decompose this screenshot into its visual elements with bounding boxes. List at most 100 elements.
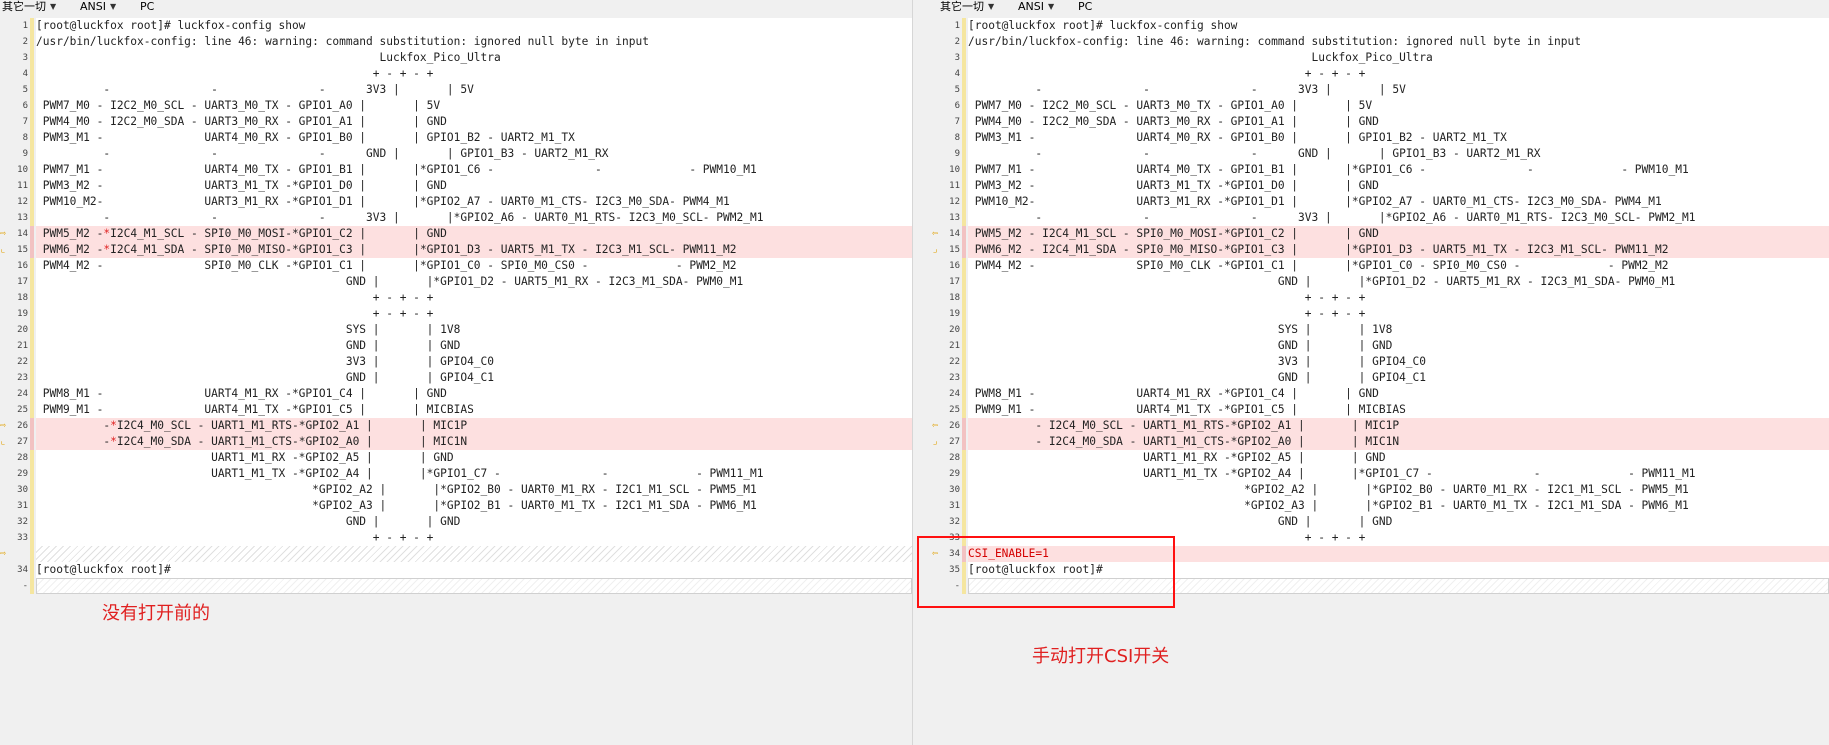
diff-arrow-icon[interactable] xyxy=(0,386,14,402)
line-text xyxy=(36,546,912,562)
diff-arrow-icon[interactable] xyxy=(932,370,946,386)
diff-arrow-icon[interactable] xyxy=(932,482,946,498)
editor-line: 1 [root@luckfox root]# luckfox-config sho… xyxy=(932,18,1829,34)
diff-arrow-icon[interactable] xyxy=(932,178,946,194)
diff-arrow-icon[interactable] xyxy=(0,482,14,498)
diff-arrow-icon[interactable] xyxy=(0,514,14,530)
diff-arrow-icon[interactable] xyxy=(0,98,14,114)
gutter-bar xyxy=(30,146,34,162)
diff-arrow-icon[interactable] xyxy=(0,338,14,354)
diff-arrow-icon[interactable] xyxy=(932,98,946,114)
gutter-bar xyxy=(962,402,966,418)
diff-arrow-icon[interactable] xyxy=(0,146,14,162)
diff-arrow-icon[interactable]: ⇨ xyxy=(0,546,14,562)
diff-arrow-icon[interactable] xyxy=(932,18,946,34)
editor-line: 20 SYS | | 1V8 xyxy=(932,322,1829,338)
diff-arrow-icon[interactable] xyxy=(0,82,14,98)
diff-arrow-icon[interactable] xyxy=(0,306,14,322)
diff-arrow-icon[interactable]: ⇨ xyxy=(0,226,14,242)
editor-input-line[interactable]: - xyxy=(0,578,912,594)
diff-arrow-icon[interactable] xyxy=(0,130,14,146)
diff-arrow-icon[interactable] xyxy=(932,146,946,162)
diff-arrow-icon[interactable] xyxy=(0,370,14,386)
diff-arrow-icon[interactable] xyxy=(0,578,14,594)
line-number: 2 xyxy=(954,37,960,47)
diff-arrow-icon[interactable] xyxy=(0,34,14,50)
pane-splitter[interactable] xyxy=(912,0,933,745)
diff-arrow-icon[interactable]: ⇨ xyxy=(0,418,14,434)
diff-arrow-icon[interactable] xyxy=(932,466,946,482)
editor-line: 7 PWM4_M0 - I2C2_M0_SDA - UART3_M0_RX - … xyxy=(0,114,912,130)
diff-arrow-icon[interactable] xyxy=(932,354,946,370)
diff-arrow-icon[interactable]: ⌞ xyxy=(0,434,14,450)
diff-arrow-icon[interactable] xyxy=(0,66,14,82)
diff-arrow-icon[interactable] xyxy=(932,306,946,322)
line-text: PWM8_M1 - UART4_M1_RX -*GPIO1_C4 | | GND xyxy=(968,386,1829,402)
diff-arrow-icon[interactable] xyxy=(932,210,946,226)
line-text: + - + - + xyxy=(36,530,912,546)
left-toolbar: 其它一切 ▼ ANSI ▼ PC xyxy=(0,0,912,16)
right-line-ending-label[interactable]: PC xyxy=(1078,0,1092,14)
diff-arrow-icon[interactable] xyxy=(0,18,14,34)
diff-arrow-icon[interactable] xyxy=(0,274,14,290)
diff-arrow-icon[interactable] xyxy=(0,114,14,130)
diff-arrow-icon[interactable] xyxy=(0,402,14,418)
diff-arrow-icon[interactable] xyxy=(932,402,946,418)
line-text: GND | | GND xyxy=(36,338,912,354)
diff-arrow-icon[interactable] xyxy=(932,514,946,530)
diff-arrow-icon[interactable] xyxy=(0,258,14,274)
diff-arrow-icon[interactable] xyxy=(932,66,946,82)
line-text: *GPIO2_A2 | |*GPIO2_B0 - UART0_M1_RX - I… xyxy=(968,482,1829,498)
diff-arrow-icon[interactable] xyxy=(0,498,14,514)
right-charset-dropdown[interactable]: ANSI ▼ xyxy=(1018,0,1054,14)
diff-arrow-icon[interactable] xyxy=(932,274,946,290)
diff-arrow-icon[interactable] xyxy=(0,450,14,466)
diff-arrow-icon[interactable] xyxy=(0,50,14,66)
diff-arrow-icon[interactable] xyxy=(0,530,14,546)
diff-arrow-icon[interactable]: ⇦ xyxy=(932,418,946,434)
left-charset-dropdown[interactable]: ANSI ▼ xyxy=(80,0,116,14)
diff-arrow-icon[interactable] xyxy=(0,210,14,226)
gutter-bar xyxy=(30,242,34,258)
diff-arrow-icon[interactable]: ⌟ xyxy=(932,242,946,258)
line-text: PWM9_M1 - UART4_M1_TX -*GPIO1_C5 | | MIC… xyxy=(36,402,912,418)
diff-arrow-icon[interactable] xyxy=(932,450,946,466)
diff-arrow-icon[interactable] xyxy=(932,34,946,50)
diff-arrow-icon[interactable] xyxy=(932,290,946,306)
line-text: SYS | | 1V8 xyxy=(968,322,1829,338)
diff-arrow-icon[interactable] xyxy=(932,498,946,514)
left-line-ending-label[interactable]: PC xyxy=(140,0,154,14)
diff-arrow-icon[interactable] xyxy=(932,194,946,210)
line-text: - - - GND | | GPIO1_B3 - UART2_M1_RX xyxy=(968,146,1829,162)
line-number: 29 xyxy=(949,469,960,479)
diff-arrow-icon[interactable] xyxy=(0,562,14,578)
diff-arrow-icon[interactable] xyxy=(0,194,14,210)
diff-arrow-icon[interactable] xyxy=(932,50,946,66)
diff-arrow-icon[interactable] xyxy=(932,338,946,354)
diff-arrow-icon[interactable] xyxy=(932,162,946,178)
line-number: 6 xyxy=(22,101,28,111)
diff-arrow-icon[interactable]: ⇦ xyxy=(932,226,946,242)
diff-arrow-icon[interactable] xyxy=(0,354,14,370)
diff-arrow-icon[interactable] xyxy=(0,162,14,178)
diff-arrow-icon[interactable] xyxy=(0,290,14,306)
diff-arrow-icon[interactable] xyxy=(932,258,946,274)
line-number: 4 xyxy=(954,69,960,79)
diff-arrow-icon[interactable] xyxy=(932,130,946,146)
editor-line: 29 UART1_M1_TX -*GPIO2_A4 | |*GPIO1_C7 -… xyxy=(932,466,1829,482)
line-text: *GPIO2_A3 | |*GPIO2_B1 - UART0_M1_TX - I… xyxy=(36,498,912,514)
left-encoding-dropdown[interactable]: 其它一切 ▼ xyxy=(2,0,56,14)
diff-arrow-icon[interactable] xyxy=(932,322,946,338)
diff-arrow-icon[interactable] xyxy=(0,466,14,482)
gutter-bar xyxy=(962,82,966,98)
diff-arrow-icon[interactable] xyxy=(932,386,946,402)
right-encoding-dropdown[interactable]: 其它一切 ▼ xyxy=(940,0,994,14)
gutter-bar xyxy=(962,482,966,498)
diff-arrow-icon[interactable]: ⌟ xyxy=(932,434,946,450)
diff-arrow-icon[interactable]: ⌞ xyxy=(0,242,14,258)
diff-arrow-icon[interactable] xyxy=(0,178,14,194)
diff-arrow-icon[interactable] xyxy=(0,322,14,338)
line-text: GND | | GND xyxy=(968,514,1829,530)
diff-arrow-icon[interactable] xyxy=(932,114,946,130)
diff-arrow-icon[interactable] xyxy=(932,82,946,98)
